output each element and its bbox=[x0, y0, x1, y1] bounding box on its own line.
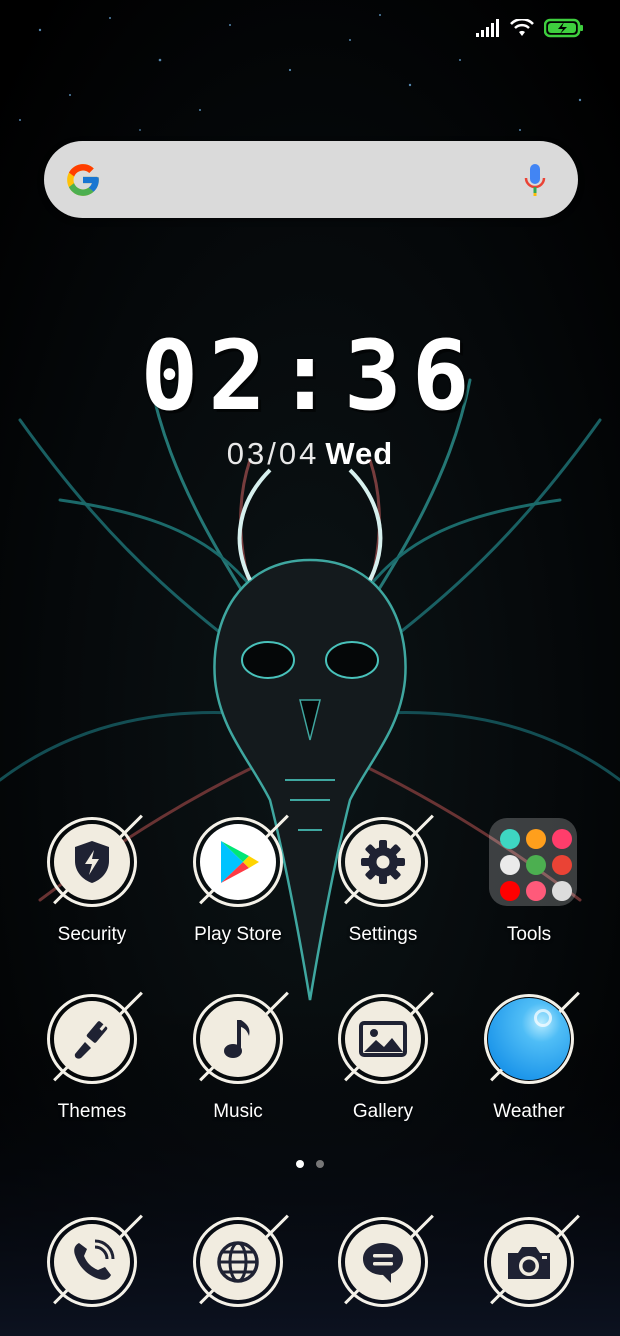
app-settings[interactable]: Settings bbox=[310, 812, 456, 946]
wifi-icon bbox=[510, 19, 534, 36]
google-g-icon bbox=[67, 164, 99, 196]
dock-messages[interactable] bbox=[310, 1212, 456, 1312]
camera-app-icon bbox=[479, 1212, 580, 1312]
music-app-icon bbox=[188, 989, 289, 1089]
gallery-app-icon bbox=[333, 989, 434, 1089]
app-music[interactable]: Music bbox=[165, 989, 311, 1123]
status-bar bbox=[476, 14, 584, 42]
dock-phone[interactable] bbox=[19, 1212, 165, 1312]
music-note-icon bbox=[224, 1020, 250, 1058]
security-app-icon bbox=[42, 812, 143, 912]
browser-app-icon bbox=[188, 1212, 289, 1312]
settings-app-icon bbox=[333, 812, 434, 912]
app-weather[interactable]: Weather bbox=[456, 989, 602, 1123]
message-icon bbox=[363, 1243, 403, 1283]
dock-browser[interactable] bbox=[165, 1212, 311, 1312]
app-gallery[interactable]: Gallery bbox=[310, 989, 456, 1123]
page-indicator[interactable] bbox=[0, 1160, 620, 1168]
messages-app-icon bbox=[333, 1212, 434, 1312]
app-themes[interactable]: Themes bbox=[19, 989, 165, 1123]
app-security[interactable]: Security bbox=[19, 812, 165, 946]
image-icon bbox=[359, 1021, 407, 1057]
globe-icon bbox=[217, 1241, 259, 1283]
app-label: Weather bbox=[493, 1101, 565, 1122]
app-label: Themes bbox=[57, 1101, 127, 1122]
google-search-bar[interactable] bbox=[44, 141, 578, 218]
phone-icon bbox=[74, 1239, 115, 1280]
weather-icon bbox=[534, 1009, 552, 1027]
shield-bolt-icon bbox=[75, 841, 109, 883]
app-label: Tools bbox=[506, 924, 552, 945]
paintbrush-icon bbox=[74, 1021, 108, 1059]
play-store-icon bbox=[221, 841, 259, 883]
mic-icon[interactable] bbox=[522, 162, 548, 198]
date-label[interactable]: 03/04 Wed bbox=[0, 436, 620, 472]
clock-widget[interactable]: 02:36 bbox=[0, 320, 620, 432]
app-play-store[interactable]: Play Store bbox=[165, 812, 311, 946]
phone-app-icon bbox=[42, 1212, 143, 1312]
app-label: Gallery bbox=[352, 1101, 414, 1122]
weather-app-icon bbox=[479, 989, 580, 1089]
folder-icon bbox=[479, 812, 579, 912]
app-label: Security bbox=[57, 924, 127, 945]
app-label: Settings bbox=[348, 924, 418, 945]
signal-bars-icon bbox=[476, 19, 499, 37]
page-dot-2[interactable] bbox=[316, 1160, 324, 1168]
date-day: Wed bbox=[325, 436, 394, 471]
date-number: 03/04 bbox=[226, 436, 320, 471]
app-label: Music bbox=[213, 1101, 263, 1122]
page-dot-1[interactable] bbox=[296, 1160, 304, 1168]
gear-icon bbox=[361, 840, 405, 884]
app-label: Play Store bbox=[194, 924, 282, 945]
camera-icon bbox=[508, 1247, 550, 1279]
play-store-app-icon bbox=[188, 812, 289, 912]
app-folder-tools[interactable]: Tools bbox=[456, 812, 602, 946]
dock-camera[interactable] bbox=[456, 1212, 602, 1312]
battery-charging-icon bbox=[544, 18, 583, 38]
themes-app-icon bbox=[42, 989, 143, 1089]
